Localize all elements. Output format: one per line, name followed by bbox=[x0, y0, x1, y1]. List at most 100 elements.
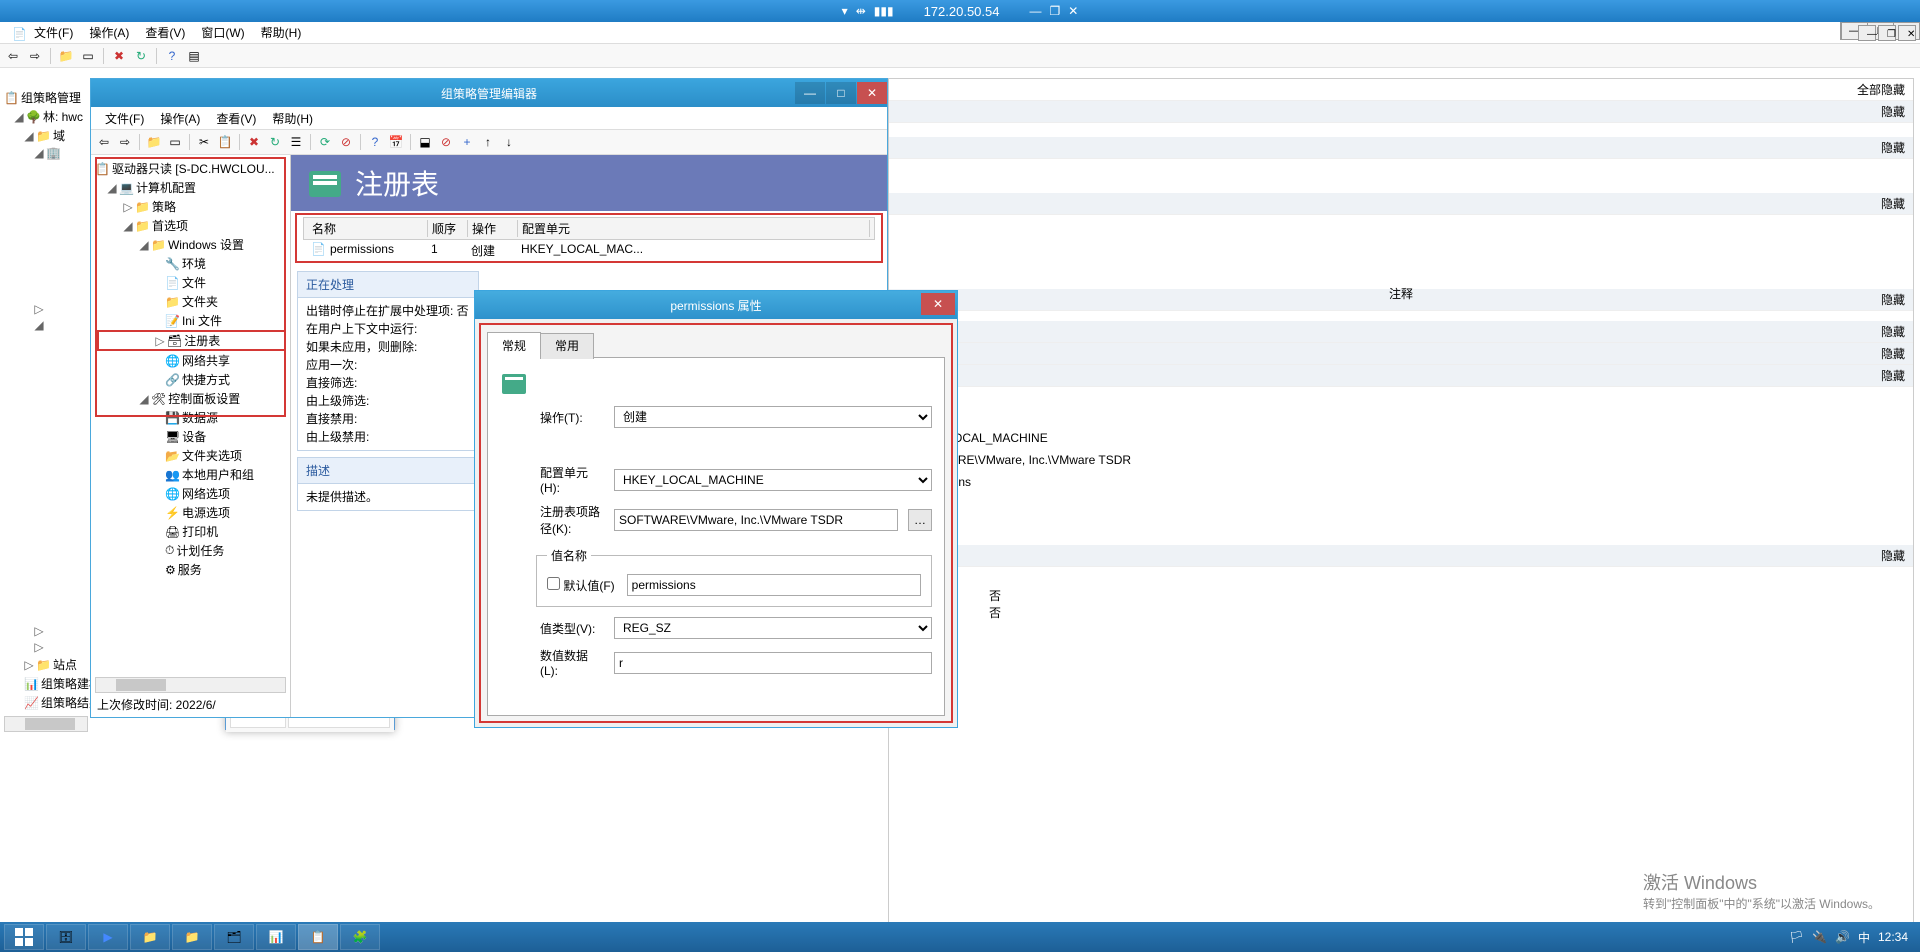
gp-pane-icon[interactable]: ▭ bbox=[166, 133, 184, 151]
rp-hideall[interactable]: 全部隐藏 bbox=[889, 79, 1913, 101]
tree-root[interactable]: 📋组策略管理 bbox=[4, 88, 88, 107]
tree-domains[interactable]: ◢📁域 bbox=[4, 126, 88, 145]
tb-app1[interactable]: 🗂 bbox=[214, 924, 254, 950]
window-icon[interactable]: ▭ bbox=[79, 47, 97, 65]
path-input[interactable] bbox=[614, 509, 898, 531]
gp-back-icon[interactable]: ⇦ bbox=[95, 133, 113, 151]
tray-ime-icon[interactable]: 中 bbox=[1858, 929, 1870, 946]
menu-help[interactable]: 帮助(H) bbox=[253, 22, 310, 43]
mdi-restore[interactable]: ❐ bbox=[1878, 25, 1896, 41]
forward-icon[interactable]: ⇨ bbox=[26, 47, 44, 65]
gp-stop-icon[interactable]: ⊘ bbox=[337, 133, 355, 151]
gp-tree-services[interactable]: ⚙服务 bbox=[95, 560, 286, 579]
refresh-icon[interactable]: ↻ bbox=[132, 47, 150, 65]
gp-date-icon[interactable]: 📅 bbox=[387, 133, 405, 151]
gp-tree-schedtask[interactable]: ⏱计划任务 bbox=[95, 541, 286, 560]
rdp-close[interactable]: ✕ bbox=[1068, 4, 1078, 18]
gp-menu-help[interactable]: 帮助(H) bbox=[264, 108, 321, 129]
gp-list-icon[interactable]: ☰ bbox=[287, 133, 305, 151]
gp-minimize[interactable]: — bbox=[795, 82, 825, 104]
tree-expand2[interactable]: ◢ bbox=[4, 317, 88, 333]
tray-net-icon[interactable]: 🔌 bbox=[1812, 930, 1827, 944]
mdi-close[interactable]: ✕ bbox=[1898, 25, 1916, 41]
gp-help-icon[interactable]: ? bbox=[366, 133, 384, 151]
gp-up-icon[interactable]: ↑ bbox=[479, 133, 497, 151]
reg-table-row[interactable]: 📄permissions 1 创建 HKEY_LOCAL_MAC... bbox=[303, 240, 875, 261]
props-icon[interactable]: ▤ bbox=[185, 47, 203, 65]
rp-hide-5[interactable]: 隐藏 bbox=[889, 321, 1913, 343]
tb-server-manager[interactable]: 🗄 bbox=[46, 924, 86, 950]
tray-time[interactable]: 12:34 bbox=[1878, 930, 1908, 944]
tb-gpmc[interactable]: 📋 bbox=[298, 924, 338, 950]
tb-app3[interactable]: 🧩 bbox=[340, 924, 380, 950]
tree-h-scroll[interactable] bbox=[4, 716, 88, 732]
delete-icon[interactable]: ✖ bbox=[110, 47, 128, 65]
tab-general[interactable]: 常规 bbox=[487, 332, 541, 358]
help-icon[interactable]: ? bbox=[163, 47, 181, 65]
tb-powershell[interactable]: ▶ bbox=[88, 924, 128, 950]
rdp-restore[interactable]: ❐ bbox=[1049, 4, 1060, 18]
op-select[interactable]: 创建 bbox=[614, 406, 932, 428]
up-icon[interactable]: 📁 bbox=[57, 47, 75, 65]
type-select[interactable]: REG_SZ bbox=[614, 617, 932, 639]
gp-close[interactable]: ✕ bbox=[857, 82, 887, 104]
mdi-minimize[interactable]: — bbox=[1858, 25, 1876, 41]
tree-expand3[interactable]: ▷ bbox=[4, 623, 88, 639]
prop-close-button[interactable]: ✕ bbox=[921, 293, 955, 315]
start-button[interactable] bbox=[4, 924, 44, 950]
menu-file[interactable]: 文件(F) bbox=[26, 22, 81, 43]
pin-icon[interactable]: ▾ bbox=[842, 4, 848, 18]
data-input[interactable] bbox=[614, 652, 932, 674]
gp-menu-action[interactable]: 操作(A) bbox=[152, 108, 208, 129]
gp-editor-titlebar[interactable]: 组策略管理编辑器 — □ ✕ bbox=[91, 79, 887, 107]
tree-expand4[interactable]: ▷ bbox=[4, 639, 88, 655]
hive-select[interactable]: HKEY_LOCAL_MACHINE bbox=[614, 469, 932, 491]
gp-tree-printer[interactable]: 🖨打印机 bbox=[95, 522, 286, 541]
gp-fwd-icon[interactable]: ⇨ bbox=[116, 133, 134, 151]
tray-flag-icon[interactable]: 🏳 bbox=[1789, 930, 1804, 944]
tb-app2[interactable]: 📊 bbox=[256, 924, 296, 950]
value-name-input[interactable] bbox=[627, 574, 921, 596]
rp-hide-1[interactable]: 隐藏 bbox=[889, 101, 1913, 123]
gp-tree-netopts[interactable]: 🌐网络选项 bbox=[95, 484, 286, 503]
gp-block-icon[interactable]: ⊘ bbox=[437, 133, 455, 151]
gp-maximize[interactable]: □ bbox=[826, 82, 856, 104]
gp-delete-icon[interactable]: ✖ bbox=[245, 133, 263, 151]
main-tree[interactable]: 📋组策略管理 ◢🌳林: hwc ◢📁域 ◢🏢 ▷ ◢ ▷ ▷ ▷📁站点 📊组策略… bbox=[4, 88, 88, 708]
gp-go-icon[interactable]: ⟳ bbox=[316, 133, 334, 151]
tree-forest[interactable]: ◢🌳林: hwc bbox=[4, 107, 88, 126]
menu-view[interactable]: 查看(V) bbox=[137, 22, 193, 43]
gp-menu-file[interactable]: 文件(F) bbox=[97, 108, 152, 129]
gp-tree-scroll[interactable] bbox=[95, 677, 286, 693]
gp-tree-localusers[interactable]: 👥本地用户和组 bbox=[95, 465, 286, 484]
gp-tree-device[interactable]: 🖥设备 bbox=[95, 427, 286, 446]
menu-window[interactable]: 窗口(W) bbox=[193, 22, 252, 43]
tray-vol-icon[interactable]: 🔊 bbox=[1835, 930, 1850, 944]
gp-tree[interactable]: 📋驱动器只读 [S-DC.HWCLOU... ◢💻计算机配置 ▷📁策略 ◢📁首选… bbox=[91, 155, 291, 717]
tree-domain-item[interactable]: ◢🏢 bbox=[4, 145, 88, 161]
gp-tree-folderopts[interactable]: 📂文件夹选项 bbox=[95, 446, 286, 465]
gp-copy-icon[interactable]: 📋 bbox=[216, 133, 234, 151]
rp-hide-7[interactable]: 隐藏 bbox=[889, 365, 1913, 387]
tree-modeling[interactable]: 📊组策略建模 bbox=[4, 674, 88, 693]
tree-expand1[interactable]: ▷ bbox=[4, 301, 88, 317]
rdp-minimize[interactable]: — bbox=[1029, 4, 1041, 18]
gp-tree-poweropts[interactable]: ⚡电源选项 bbox=[95, 503, 286, 522]
rp-hide-3[interactable]: 隐藏 bbox=[889, 193, 1913, 215]
rp-hide-8[interactable]: 隐藏 bbox=[889, 545, 1913, 567]
gp-reg-icon[interactable]: ⬓ bbox=[416, 133, 434, 151]
tb-explorer[interactable]: 📁 bbox=[130, 924, 170, 950]
browse-button[interactable]: … bbox=[908, 509, 932, 531]
tb-explorer2[interactable]: 📁 bbox=[172, 924, 212, 950]
gp-add-icon[interactable]: + bbox=[458, 133, 476, 151]
gp-refresh-icon[interactable]: ↻ bbox=[266, 133, 284, 151]
tree-sites[interactable]: ▷📁站点 bbox=[4, 655, 88, 674]
prop-titlebar[interactable]: permissions 属性 ✕ bbox=[475, 291, 957, 319]
tree-results[interactable]: 📈组策略结果 bbox=[4, 693, 88, 712]
gp-menu-view[interactable]: 查看(V) bbox=[208, 108, 264, 129]
rp-hide-2[interactable]: 隐藏 bbox=[889, 137, 1913, 159]
gp-folder-icon[interactable]: 📁 bbox=[145, 133, 163, 151]
system-tray[interactable]: 🏳 🔌 🔊 中 12:34 bbox=[1789, 929, 1916, 946]
tab-common[interactable]: 常用 bbox=[540, 333, 594, 359]
back-icon[interactable]: ⇦ bbox=[4, 47, 22, 65]
